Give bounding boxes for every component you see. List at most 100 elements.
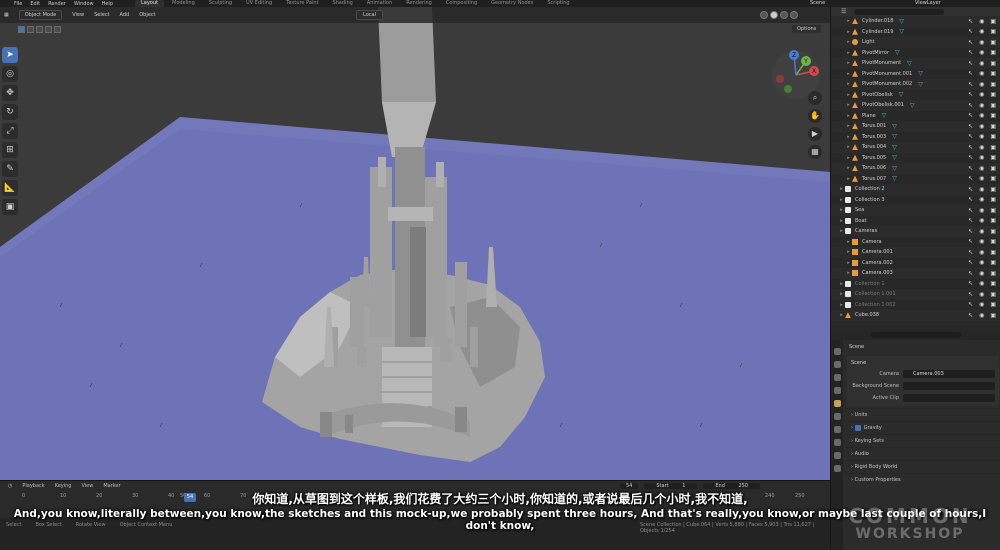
units-section[interactable]: › Units <box>845 408 1000 421</box>
visibility-eye-icon[interactable]: ◉ <box>979 39 984 46</box>
visibility-eye-icon[interactable]: ◉ <box>979 217 984 224</box>
tab-rendering[interactable]: Rendering <box>400 0 438 7</box>
select-arrow-icon[interactable]: ↖ <box>968 196 973 203</box>
render-camera-icon[interactable]: ▣ <box>990 217 996 224</box>
outliner-row[interactable]: ▸ PivotObelisk.001 ▽ ↖ ◉ ▣ <box>831 100 1000 111</box>
render-camera-icon[interactable]: ▣ <box>990 228 996 235</box>
visibility-eye-icon[interactable]: ◉ <box>979 144 984 151</box>
visibility-eye-icon[interactable]: ◉ <box>979 81 984 88</box>
outliner-row[interactable]: ▸ Torus.004 ▽ ↖ ◉ ▣ <box>831 142 1000 153</box>
render-camera-icon[interactable]: ▣ <box>990 112 996 119</box>
object-mode-dropdown[interactable]: Object Mode <box>18 10 63 20</box>
outliner-row[interactable]: ▸ PivotMonument.002 ▽ ↖ ◉ ▣ <box>831 79 1000 90</box>
expand-arrow-icon[interactable]: ▸ <box>845 239 852 245</box>
render-camera-icon[interactable]: ▣ <box>990 28 996 35</box>
tab-sculpting[interactable]: Sculpting <box>203 0 238 7</box>
render-camera-icon[interactable]: ▣ <box>990 259 996 266</box>
select-arrow-icon[interactable]: ↖ <box>968 238 973 245</box>
render-camera-icon[interactable]: ▣ <box>990 165 996 172</box>
select-extend-button[interactable] <box>27 25 34 33</box>
filter-icon[interactable]: ☰ <box>841 8 846 15</box>
outliner-row[interactable]: ▸ Torus.005 ▽ ↖ ◉ ▣ <box>831 153 1000 164</box>
select-arrow-icon[interactable]: ↖ <box>968 165 973 172</box>
select-arrow-icon[interactable]: ↖ <box>968 207 973 214</box>
solid-shading-button[interactable] <box>770 11 778 19</box>
outliner-row[interactable]: ▸ Camera.002 ↖ ◉ ▣ <box>831 258 1000 269</box>
select-arrow-icon[interactable]: ↖ <box>968 291 973 298</box>
expand-arrow-icon[interactable]: ▸ <box>845 165 852 171</box>
tab-modeling[interactable]: Modeling <box>166 0 201 7</box>
expand-arrow-icon[interactable]: ▸ <box>838 228 845 234</box>
render-camera-icon[interactable]: ▣ <box>990 280 996 287</box>
visibility-eye-icon[interactable]: ◉ <box>979 312 984 319</box>
render-camera-icon[interactable]: ▣ <box>990 60 996 67</box>
menu-file[interactable]: File <box>14 1 22 7</box>
select-arrow-icon[interactable]: ↖ <box>968 312 973 319</box>
expand-arrow-icon[interactable]: ▸ <box>845 50 852 56</box>
world-tab-icon[interactable] <box>833 413 841 420</box>
visibility-eye-icon[interactable]: ◉ <box>979 207 984 214</box>
render-camera-icon[interactable]: ▣ <box>990 39 996 46</box>
select-arrow-icon[interactable]: ↖ <box>968 175 973 182</box>
render-camera-icon[interactable]: ▣ <box>990 196 996 203</box>
render-camera-icon[interactable]: ▣ <box>990 186 996 193</box>
rendered-shading-button[interactable] <box>790 11 798 19</box>
view-layer-selector[interactable]: ViewLayer <box>915 0 941 6</box>
select-arrow-icon[interactable]: ↖ <box>968 280 973 287</box>
select-new-button[interactable] <box>18 25 25 33</box>
select-arrow-icon[interactable]: ↖ <box>968 154 973 161</box>
tab-compositing[interactable]: Compositing <box>440 0 483 7</box>
outliner-row[interactable]: ▸ Torus.007 ▽ ↖ ◉ ▣ <box>831 174 1000 185</box>
visibility-eye-icon[interactable]: ◉ <box>979 186 984 193</box>
menu-timeline-view[interactable]: View <box>81 483 93 489</box>
select-arrow-icon[interactable]: ↖ <box>968 133 973 140</box>
camera-view-icon[interactable]: ▶ <box>808 127 822 141</box>
visibility-eye-icon[interactable]: ◉ <box>979 228 984 235</box>
visibility-eye-icon[interactable]: ◉ <box>979 28 984 35</box>
outliner-row[interactable]: ▸ Torus.003 ▽ ↖ ◉ ▣ <box>831 132 1000 143</box>
outliner-row[interactable]: ▸ PivotMirror ▽ ↖ ◉ ▣ <box>831 48 1000 59</box>
expand-arrow-icon[interactable]: ▸ <box>838 186 845 192</box>
expand-arrow-icon[interactable]: ▸ <box>845 60 852 66</box>
expand-arrow-icon[interactable]: ▸ <box>845 249 852 255</box>
select-arrow-icon[interactable]: ↖ <box>968 228 973 235</box>
visibility-eye-icon[interactable]: ◉ <box>979 60 984 67</box>
scale-tool-icon[interactable]: ⤢ <box>2 123 18 139</box>
outliner-row[interactable]: ▸ Collection 1 ↖ ◉ ▣ <box>831 279 1000 290</box>
tab-animation[interactable]: Animation <box>361 0 399 7</box>
visibility-eye-icon[interactable]: ◉ <box>979 70 984 77</box>
expand-arrow-icon[interactable]: ▸ <box>845 176 852 182</box>
tab-texture-paint[interactable]: Texture Paint <box>280 0 324 7</box>
expand-arrow-icon[interactable]: ▸ <box>838 218 845 224</box>
render-camera-icon[interactable]: ▣ <box>990 102 996 109</box>
outliner-row[interactable]: ▸ Collection 2 ↖ ◉ ▣ <box>831 184 1000 195</box>
render-camera-icon[interactable]: ▣ <box>990 91 996 98</box>
visibility-eye-icon[interactable]: ◉ <box>979 165 984 172</box>
render-camera-icon[interactable]: ▣ <box>990 144 996 151</box>
visibility-eye-icon[interactable]: ◉ <box>979 196 984 203</box>
add-cube-tool-icon[interactable]: ▣ <box>2 199 18 215</box>
outliner-row[interactable]: ▸ Camera ↖ ◉ ▣ <box>831 237 1000 248</box>
outliner-row[interactable]: ▸ Collection 1.002 ↖ ◉ ▣ <box>831 300 1000 311</box>
select-intersect-button[interactable] <box>54 25 61 33</box>
outliner-row[interactable]: ▸ PivotMonument ▽ ↖ ◉ ▣ <box>831 58 1000 69</box>
expand-arrow-icon[interactable]: ▸ <box>845 123 852 129</box>
outliner-search-input[interactable] <box>854 8 945 15</box>
outliner-row[interactable]: ▸ Camera.003 ↖ ◉ ▣ <box>831 268 1000 279</box>
select-arrow-icon[interactable]: ↖ <box>968 18 973 25</box>
select-arrow-icon[interactable]: ↖ <box>968 28 973 35</box>
expand-arrow-icon[interactable]: ▸ <box>845 270 852 276</box>
render-camera-icon[interactable]: ▣ <box>990 291 996 298</box>
render-camera-icon[interactable]: ▣ <box>990 70 996 77</box>
outliner-row[interactable]: ▸ Cameras ↖ ◉ ▣ <box>831 226 1000 237</box>
measure-tool-icon[interactable]: 📐 <box>2 180 18 196</box>
outliner-row[interactable]: ▸ Collection 1.001 ↖ ◉ ▣ <box>831 289 1000 300</box>
expand-arrow-icon[interactable]: ▸ <box>838 312 845 318</box>
timeline-editor-icon[interactable]: ◷ <box>8 483 12 489</box>
render-tab-icon[interactable] <box>833 361 841 368</box>
outliner-row[interactable]: ▸ Torus.001 ▽ ↖ ◉ ▣ <box>831 121 1000 132</box>
render-camera-icon[interactable]: ▣ <box>990 49 996 56</box>
outliner-row[interactable]: ▸ Plane ▽ ↖ ◉ ▣ <box>831 111 1000 122</box>
gravity-checkbox[interactable] <box>854 424 861 431</box>
select-arrow-icon[interactable]: ↖ <box>968 70 973 77</box>
